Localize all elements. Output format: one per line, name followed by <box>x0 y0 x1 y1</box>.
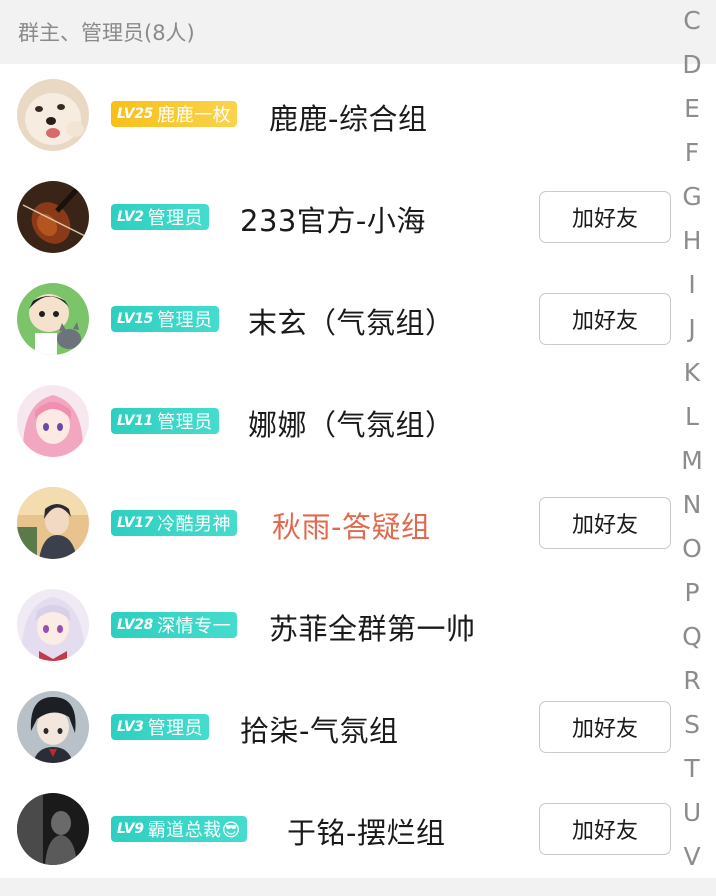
index-letter-k[interactable]: K <box>674 358 710 388</box>
index-letter-h[interactable]: H <box>674 226 710 256</box>
member-row[interactable]: LV11 管理员 娜娜（气氛组） <box>0 370 716 472</box>
index-letter-o[interactable]: O <box>674 534 710 564</box>
section-header: 群主、管理员(8人) <box>0 0 716 64</box>
level-badge: LV11 管理员 <box>111 408 219 434</box>
member-list: LV25 鹿鹿一枚 鹿鹿-综合组 LV2 管理员 233官方-小海 加好友 LV… <box>0 64 716 880</box>
member-row[interactable]: LV15 管理员 末玄（气氛组） 加好友 <box>0 268 716 370</box>
bottom-divider <box>0 878 716 896</box>
add-friend-button[interactable]: 加好友 <box>539 497 671 549</box>
dark-hair-boy-avatar[interactable] <box>17 691 89 763</box>
member-name: 末玄（气氛组） <box>248 306 455 340</box>
index-letter-c[interactable]: C <box>674 6 710 36</box>
white-hair-girl-avatar[interactable] <box>17 589 89 661</box>
member-name: 拾柒-气氛组 <box>240 714 399 748</box>
index-letter-u[interactable]: U <box>674 798 710 828</box>
member-name: 于铭-摆烂组 <box>287 816 446 850</box>
level-badge: LV17 冷酷男神 <box>111 510 238 536</box>
member-row[interactable]: LV25 鹿鹿一枚 鹿鹿-综合组 <box>0 64 716 166</box>
pink-hair-girl-avatar[interactable] <box>17 385 89 457</box>
member-row[interactable]: LV3 管理员 拾柒-气氛组 加好友 <box>0 676 716 778</box>
level-badge: LV15 管理员 <box>111 306 219 332</box>
index-letter-g[interactable]: G <box>674 182 710 212</box>
silhouette-avatar[interactable] <box>17 793 89 865</box>
add-friend-button[interactable]: 加好友 <box>539 191 671 243</box>
member-name: 娜娜（气氛组） <box>248 408 455 442</box>
member-row[interactable]: LV28 深情专一 苏菲全群第一帅 <box>0 574 716 676</box>
add-friend-button[interactable]: 加好友 <box>539 701 671 753</box>
violin-avatar[interactable] <box>17 181 89 253</box>
member-name: 233官方-小海 <box>240 204 426 238</box>
dog-avatar[interactable] <box>17 79 89 151</box>
index-letter-t[interactable]: T <box>674 754 710 784</box>
add-friend-button[interactable]: 加好友 <box>539 803 671 855</box>
index-letter-r[interactable]: R <box>674 666 710 696</box>
boy-cat-avatar[interactable] <box>17 283 89 355</box>
index-letter-q[interactable]: Q <box>674 622 710 652</box>
member-name: 秋雨-答疑组 <box>272 510 431 544</box>
member-row[interactable]: LV17 冷酷男神 秋雨-答疑组 加好友 <box>0 472 716 574</box>
member-name: 苏菲全群第一帅 <box>269 612 476 646</box>
section-header-label: 群主、管理员(8人) <box>18 21 195 45</box>
index-letter-l[interactable]: L <box>674 402 710 432</box>
level-badge: LV3 管理员 <box>111 714 210 740</box>
member-row[interactable]: LV9 霸道总裁😎 于铭-摆烂组 加好友 <box>0 778 716 880</box>
member-row[interactable]: LV2 管理员 233官方-小海 加好友 <box>0 166 716 268</box>
index-letter-v[interactable]: V <box>674 842 710 872</box>
index-letter-j[interactable]: J <box>674 314 710 344</box>
index-letter-m[interactable]: M <box>674 446 710 476</box>
index-letter-e[interactable]: E <box>674 94 710 124</box>
index-letter-d[interactable]: D <box>674 50 710 80</box>
anime-boy-avatar[interactable] <box>17 487 89 559</box>
add-friend-button[interactable]: 加好友 <box>539 293 671 345</box>
index-letter-i[interactable]: I <box>674 270 710 300</box>
index-letter-s[interactable]: S <box>674 710 710 740</box>
level-badge: LV28 深情专一 <box>111 612 238 638</box>
member-name: 鹿鹿-综合组 <box>269 102 428 136</box>
index-letter-f[interactable]: F <box>674 138 710 168</box>
index-letter-p[interactable]: P <box>674 578 710 608</box>
level-badge: LV2 管理员 <box>111 204 210 230</box>
index-letter-n[interactable]: N <box>674 490 710 520</box>
level-badge: LV25 鹿鹿一枚 <box>111 101 238 127</box>
alphabet-index-bar[interactable]: C D E F G H I J K L M N O P Q R S T U V <box>674 6 710 894</box>
level-badge: LV9 霸道总裁😎 <box>111 816 247 842</box>
